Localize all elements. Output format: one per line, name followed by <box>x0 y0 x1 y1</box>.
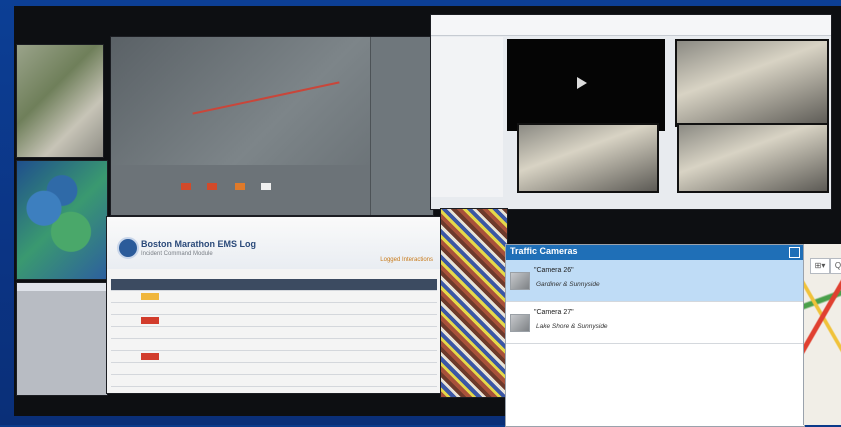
table-row <box>111 303 437 315</box>
agency-logo <box>117 237 139 259</box>
bottom-left-screen <box>16 282 108 396</box>
table-row <box>111 339 437 351</box>
ems-log-screen: Boston Marathon EMS Log Incident Command… <box>106 216 442 394</box>
camera-location: Lake Shore & Sunnyside <box>536 323 608 330</box>
table-row <box>111 363 437 375</box>
window-bar <box>17 283 107 291</box>
grid-icon[interactable]: ⊞▾ <box>810 258 830 274</box>
expand-icon[interactable] <box>789 247 800 258</box>
feeds-sidebar <box>431 37 503 197</box>
table-row <box>111 315 437 327</box>
crowd-camera-screen <box>440 208 508 398</box>
camera-name: "Camera 26" <box>534 267 574 274</box>
status-chip <box>181 183 191 190</box>
gis-map-screen <box>110 36 434 216</box>
video-thumbnail <box>517 123 659 193</box>
browser-toolbar <box>431 15 831 36</box>
status-chip <box>261 183 271 190</box>
video-thumbnail <box>675 39 829 127</box>
report-table <box>111 279 437 389</box>
map-side-panel <box>370 37 433 215</box>
search-icon[interactable]: Q <box>830 258 841 274</box>
play-icon <box>577 77 587 89</box>
camera-thumbnail <box>510 272 530 290</box>
table-row <box>111 351 437 363</box>
route-line <box>192 81 340 115</box>
priority-cell <box>141 317 159 324</box>
table-header-row <box>111 279 437 291</box>
video-thumbnail <box>677 123 829 193</box>
traffic-map[interactable]: ⊞▾ Q <box>803 244 841 425</box>
panel-header: Traffic Cameras <box>506 245 804 260</box>
report-subtitle: Incident Command Module <box>141 251 213 257</box>
camera-location: Gardiner & Sunnyside <box>536 281 600 288</box>
table-row <box>111 375 437 387</box>
video-feeds-screen <box>430 14 832 210</box>
panel-title: Traffic Cameras <box>510 246 578 256</box>
priority-cell <box>141 293 159 300</box>
priority-cell <box>141 353 159 360</box>
report-header: Boston Marathon EMS Log Incident Command… <box>107 217 441 269</box>
patio-photo-screen <box>16 44 104 158</box>
camera-name: "Camera 27" <box>534 309 574 316</box>
traffic-cameras-panel: Traffic Cameras "Camera 26" Gardiner & S… <box>505 244 805 427</box>
status-chip <box>235 183 245 190</box>
divider <box>506 343 804 344</box>
main-video <box>507 39 665 131</box>
report-title: Boston Marathon EMS Log <box>141 239 256 249</box>
table-row <box>111 291 437 303</box>
camera-thumbnail <box>510 314 530 332</box>
camera-list-item[interactable]: "Camera 26" Gardiner & Sunnyside <box>506 260 804 302</box>
camera-list-item[interactable]: "Camera 27" Lake Shore & Sunnyside <box>506 302 804 344</box>
status-chip <box>207 183 217 190</box>
report-tag: Logged Interactions <box>380 257 433 263</box>
satellite-map-screen <box>16 160 108 280</box>
table-row <box>111 327 437 339</box>
